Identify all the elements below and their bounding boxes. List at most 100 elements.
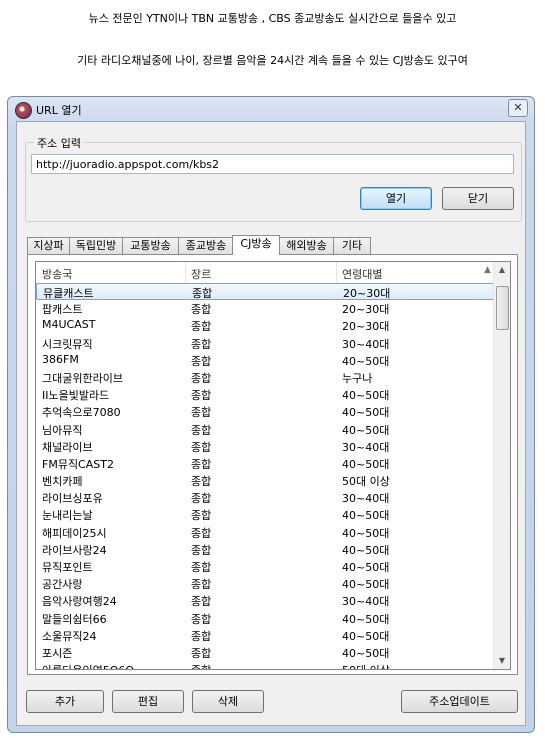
genre: 종합	[191, 526, 212, 540]
tab-terrestrial[interactable]: 지상파	[27, 237, 70, 254]
list-item[interactable]: 라이브사랑24 종합 40~50대	[36, 541, 496, 558]
header-genre[interactable]: 장르	[191, 266, 211, 282]
list-item[interactable]: 386FM 종합 40~50대	[36, 352, 496, 369]
list-item[interactable]: 눈내리는날 종합 40~50대	[36, 506, 496, 523]
close-button[interactable]: 닫기	[442, 187, 514, 210]
age-group: 30~40대	[342, 440, 390, 454]
scroll-down-icon[interactable]: ▼	[494, 653, 510, 669]
address-group: 주소 입력 열기 닫기	[25, 135, 522, 222]
tab-traffic[interactable]: 교통방송	[122, 237, 179, 254]
header-age[interactable]: 연령대별	[342, 266, 382, 282]
age-group: 20~30대	[343, 287, 391, 300]
list-item[interactable]: 추억속으로7080 종합 40~50대	[36, 403, 496, 420]
list-item[interactable]: 해피데이25시 종합 40~50대	[36, 524, 496, 541]
list-item[interactable]: 뮤클캐스트 종합 20~30대	[36, 283, 496, 301]
list-item[interactable]: 님아뮤직 종합 40~50대	[36, 421, 496, 438]
genre: 종합	[191, 457, 212, 471]
genre: 종합	[191, 629, 212, 643]
window-close-button[interactable]: ✕	[508, 99, 528, 117]
genre: 종합	[191, 406, 212, 420]
list-item[interactable]: 시크릿뮤직 종합 30~40대	[36, 335, 496, 352]
genre: 종합	[191, 354, 212, 368]
genre: 종합	[191, 337, 212, 351]
dialog-client-area: 주소 입력 열기 닫기 지상파 독립민방 교통방송 종교방송 CJ방송 해외방송…	[16, 121, 526, 726]
age-group: 40~50대	[342, 646, 390, 660]
list-item[interactable]: 아름다운인연5O6O 종합 50대 이상	[36, 661, 496, 669]
tab-religion[interactable]: 종교방송	[178, 237, 234, 254]
age-group: 50대 이상	[342, 662, 390, 669]
vertical-scrollbar[interactable]: ▲ ▼	[493, 262, 510, 669]
url-open-dialog: URL 열기 ✕ 주소 입력 열기 닫기 지상파 독립민방 교통방송 종교방송 …	[7, 96, 535, 733]
list-item[interactable]: II노을빛발라드 종합 40~50대	[36, 386, 496, 403]
age-group: 30~40대	[342, 595, 390, 609]
delete-button[interactable]: 삭제	[192, 690, 264, 713]
list-item[interactable]: 채널라이브 종합 30~40대	[36, 438, 496, 455]
tab-cj[interactable]: CJ방송	[232, 235, 280, 255]
station-list[interactable]: 방송국 장르 연령대별 ▲ 뮤클캐스트 종합 20~30대 팝캐스트 종합 20~30대 M…	[35, 261, 511, 670]
age-group: 40~50대	[342, 354, 390, 368]
scroll-up-icon[interactable]: ▲	[494, 262, 510, 278]
age-group: 40~50대	[342, 526, 390, 540]
list-item[interactable]: 벤치카페 종합 50대 이상	[36, 472, 496, 489]
station-name: 해피데이25시	[42, 526, 107, 540]
age-group: 누구나	[342, 371, 373, 385]
tab-etc[interactable]: 기타	[333, 237, 371, 254]
station-name: M4UCAST	[42, 318, 96, 332]
age-group: 40~50대	[342, 423, 390, 437]
station-name: 라이브싱포유	[42, 492, 103, 506]
station-name: 팝캐스트	[42, 303, 83, 317]
genre: 종합	[191, 612, 212, 626]
header-divider[interactable]	[185, 262, 186, 282]
genre: 종합	[191, 662, 211, 669]
window-title: URL 열기	[36, 104, 82, 117]
header-station[interactable]: 방송국	[42, 266, 72, 282]
edit-button[interactable]: 편집	[112, 690, 184, 713]
station-name: 뮤클캐스트	[43, 287, 94, 300]
age-group: 20~30대	[342, 320, 390, 334]
list-item[interactable]: 소울뮤직24 종합 40~50대	[36, 627, 496, 644]
station-name: 라이브사랑24	[42, 543, 107, 557]
caption-line-1: 뉴스 전문인 YTN이나 TBN 교통방송 , CBS 종교방송도 실시간으로 …	[88, 12, 457, 25]
tab-independent[interactable]: 독립민방	[69, 237, 123, 254]
list-item[interactable]: 음악사랑여행24 종합 30~40대	[36, 592, 496, 609]
station-name: 공간사랑	[42, 578, 83, 592]
list-item[interactable]: 공간사랑 종합 40~50대	[36, 575, 496, 592]
header-divider[interactable]	[336, 262, 337, 282]
list-item[interactable]: 말들의쉼터66 종합 40~50대	[36, 610, 496, 627]
station-name: 386FM	[42, 352, 79, 366]
address-legend: 주소 입력	[34, 135, 84, 151]
tab-overseas[interactable]: 해외방송	[279, 237, 334, 254]
age-group: 40~50대	[342, 406, 390, 420]
age-group: 30~40대	[342, 337, 390, 351]
genre: 종합	[191, 578, 212, 592]
genre: 종합	[191, 492, 212, 506]
url-input[interactable]	[31, 154, 514, 174]
station-name: 음악사랑여행24	[42, 595, 117, 609]
list-item[interactable]: M4UCAST 종합 20~30대	[36, 317, 496, 334]
age-group: 40~50대	[342, 389, 390, 403]
age-group: 50대 이상	[342, 475, 390, 489]
station-name: 포시즌	[42, 646, 73, 660]
list-item[interactable]: 라이브싱포유 종합 30~40대	[36, 489, 496, 506]
genre: 종합	[191, 595, 212, 609]
radio-app-icon	[15, 102, 32, 119]
list-item[interactable]: 뮤직포인트 종합 40~50대	[36, 558, 496, 575]
open-button[interactable]: 열기	[360, 187, 432, 210]
title-bar[interactable]: URL 열기 ✕	[8, 97, 534, 121]
station-name: 아름다운인연5O6O	[42, 662, 134, 669]
scroll-thumb[interactable]	[496, 286, 509, 330]
caption-line-2: 기타 라디오채널중에 나이, 장르별 음악을 24시간 계속 들을 수 있는 C…	[77, 54, 468, 67]
genre: 종합	[191, 389, 212, 403]
list-item[interactable]: 포시즌 종합 40~50대	[36, 644, 496, 661]
list-item[interactable]: 그대굴위한라이브 종합 누구나	[36, 369, 496, 386]
age-group: 40~50대	[342, 629, 390, 643]
add-button[interactable]: 추가	[26, 690, 104, 713]
station-name: FM뮤직CAST2	[42, 457, 114, 471]
station-name: 뮤직포인트	[42, 561, 93, 574]
update-address-button[interactable]: 주소업데이트	[401, 690, 518, 713]
station-name: 말들의쉼터66	[42, 612, 107, 626]
age-group: 40~50대	[342, 543, 390, 557]
list-item[interactable]: 팝캐스트 종합 20~30대	[36, 300, 496, 317]
list-item[interactable]: FM뮤직CAST2 종합 40~50대	[36, 455, 496, 472]
station-name: 그대굴위한라이브	[42, 371, 123, 385]
